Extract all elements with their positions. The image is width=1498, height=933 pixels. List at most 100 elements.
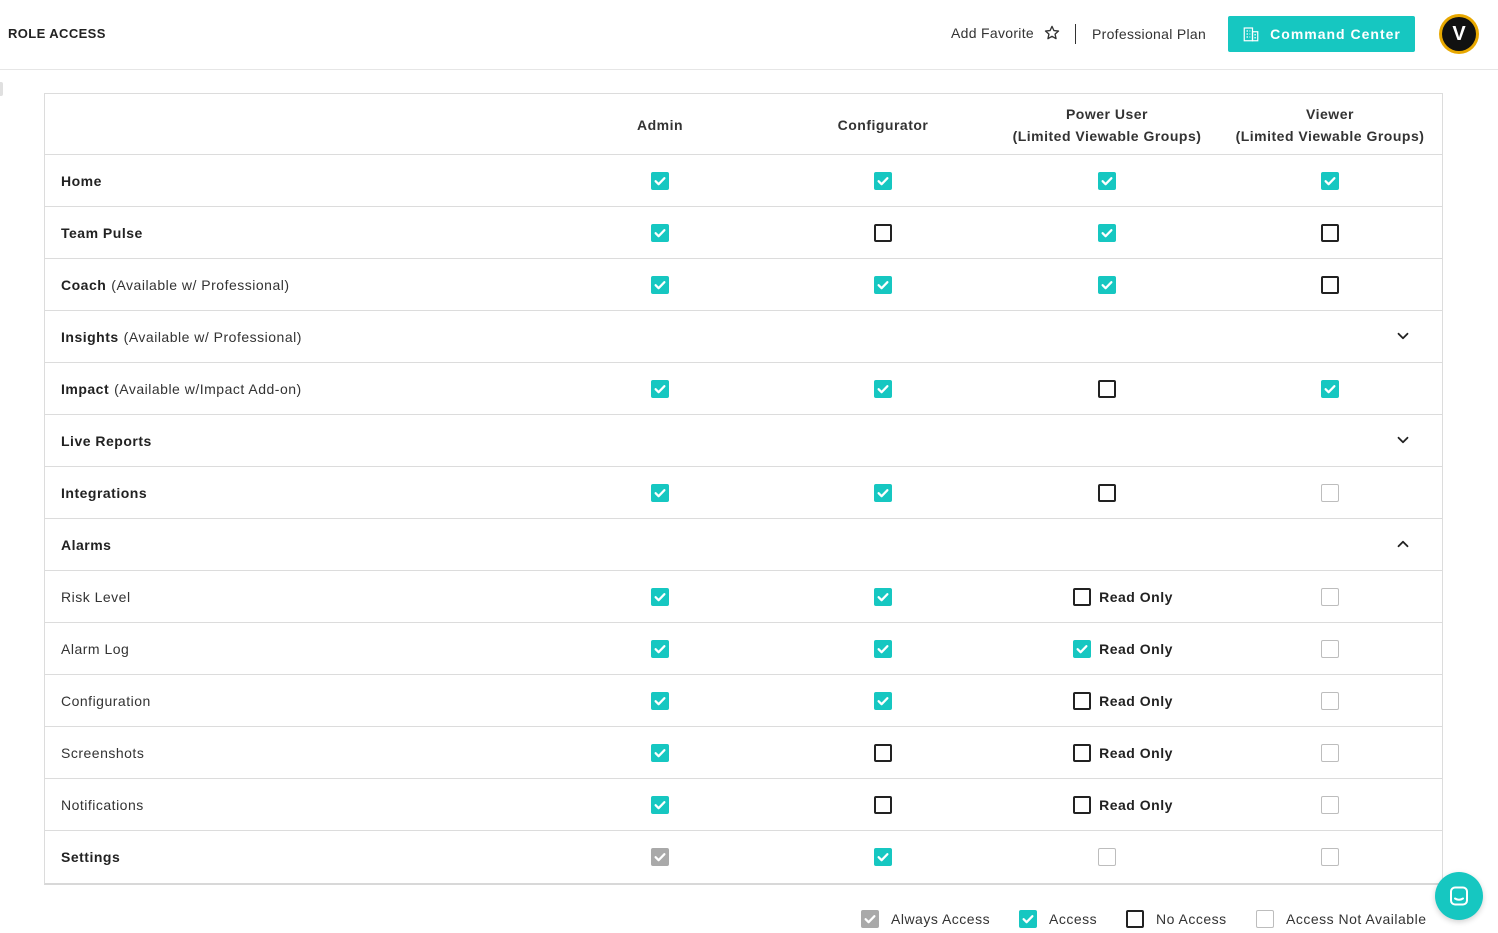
- row-label: Impact (Available w/Impact Add-on): [61, 363, 302, 414]
- read-only-option[interactable]: Read Only: [1073, 587, 1173, 606]
- checkbox-checked[interactable]: [874, 379, 892, 398]
- checkbox-checked[interactable]: [651, 483, 669, 502]
- checkbox-checked[interactable]: [874, 171, 892, 190]
- table-row: Integrations: [45, 467, 1442, 519]
- checkbox-checked[interactable]: [874, 691, 892, 710]
- checkbox-disabled: [1321, 587, 1339, 606]
- table-row: Alarm Log Read Only: [45, 623, 1442, 675]
- checkbox-disabled: [1321, 639, 1339, 658]
- checkbox-checked[interactable]: [651, 743, 669, 762]
- checkbox-checked[interactable]: [651, 795, 669, 814]
- chevron-up-icon[interactable]: [1394, 535, 1412, 553]
- permission-cell: [1218, 363, 1442, 414]
- legend-label: Always Access: [891, 911, 991, 927]
- table-header: Admin Configurator Power User (Limited Vie…: [45, 94, 1442, 155]
- checkbox-unchecked: [1126, 910, 1144, 928]
- table-row: Risk Level Read Only: [45, 571, 1442, 623]
- top-bar: ROLE ACCESS Add Favorite Professional Pl…: [0, 0, 1498, 70]
- permission-cell: [548, 155, 772, 206]
- row-label-text: Integrations: [61, 484, 148, 501]
- checkbox-checked[interactable]: [1098, 275, 1116, 294]
- checkbox-checked[interactable]: [1321, 379, 1339, 398]
- checkbox-checked[interactable]: [874, 587, 892, 606]
- checkbox-checked[interactable]: [651, 639, 669, 658]
- checkbox-unchecked[interactable]: [1098, 379, 1116, 398]
- checkbox-unchecked[interactable]: [1073, 691, 1092, 710]
- checkbox-checked[interactable]: [651, 379, 669, 398]
- checkbox-checked[interactable]: [874, 483, 892, 502]
- permission-cell: [995, 831, 1219, 882]
- row-label: Insights (Available w/ Professional): [61, 311, 302, 362]
- plan-label: Professional Plan: [1092, 26, 1207, 42]
- permission-cell: [548, 623, 772, 674]
- table-row: Settings: [45, 831, 1442, 883]
- checkbox-unchecked[interactable]: [874, 795, 892, 814]
- checkbox-unchecked[interactable]: [1073, 795, 1092, 814]
- chat-button[interactable]: [1435, 872, 1483, 920]
- chevron-down-icon[interactable]: [1394, 327, 1412, 345]
- checkbox-disabled: [1321, 847, 1339, 866]
- permission-cell: [548, 259, 772, 310]
- permission-cell: Read Only: [995, 675, 1219, 726]
- avatar[interactable]: V: [1439, 14, 1479, 54]
- read-only-option[interactable]: Read Only: [1073, 743, 1173, 762]
- checkbox-unchecked[interactable]: [1098, 483, 1116, 502]
- column-header: Admin: [636, 116, 684, 133]
- column-header: Configurator: [837, 116, 929, 133]
- checkbox-checked[interactable]: [1073, 639, 1092, 658]
- permission-cell: [548, 779, 772, 830]
- checkbox-checked[interactable]: [651, 691, 669, 710]
- checkbox-checked[interactable]: [874, 847, 892, 866]
- table-row[interactable]: Alarms: [45, 519, 1442, 571]
- checkbox-unchecked[interactable]: [1073, 743, 1092, 762]
- checkbox-checked: [1019, 910, 1037, 928]
- checkbox-checked[interactable]: [651, 171, 669, 190]
- row-label: Coach (Available w/ Professional): [61, 259, 290, 310]
- read-only-option[interactable]: Read Only: [1073, 795, 1173, 814]
- command-center-label: Command Center: [1270, 26, 1401, 42]
- checkbox-disabled: [1321, 691, 1339, 710]
- command-center-button[interactable]: Command Center: [1228, 16, 1415, 52]
- side-drawer-handle[interactable]: [0, 82, 3, 96]
- add-favorite-label: Add Favorite: [951, 25, 1034, 41]
- permission-cell: [1218, 779, 1442, 830]
- row-label: Configuration: [61, 675, 151, 726]
- table-row[interactable]: Live Reports: [45, 415, 1442, 467]
- checkbox-unchecked[interactable]: [1073, 587, 1092, 606]
- row-label: Settings: [61, 831, 120, 882]
- checkbox-checked[interactable]: [874, 275, 892, 294]
- read-only-option[interactable]: Read Only: [1073, 639, 1173, 658]
- permission-cell: Read Only: [995, 571, 1219, 622]
- chevron-down-icon[interactable]: [1394, 431, 1412, 449]
- permission-cell: [995, 363, 1219, 414]
- checkbox-disabled: [1256, 910, 1274, 928]
- row-label-text: Live Reports: [61, 432, 152, 449]
- read-only-option[interactable]: Read Only: [1073, 691, 1173, 710]
- permission-cell: [548, 207, 772, 258]
- row-label-text: Alarm Log: [61, 640, 130, 657]
- add-favorite-button[interactable]: Add Favorite: [951, 24, 1061, 42]
- checkbox-checked[interactable]: [874, 639, 892, 658]
- row-label: Alarm Log: [61, 623, 129, 674]
- checkbox-unchecked[interactable]: [874, 223, 892, 242]
- row-label-text: Impact: [61, 380, 110, 397]
- checkbox-checked[interactable]: [651, 587, 669, 606]
- checkbox-checked[interactable]: [651, 223, 669, 242]
- checkbox-unchecked[interactable]: [1321, 275, 1339, 294]
- row-label-text: Coach: [61, 276, 107, 293]
- checkbox-checked[interactable]: [1321, 171, 1339, 190]
- table-row: Notifications Read Only: [45, 779, 1442, 831]
- permission-cell: [548, 727, 772, 778]
- table-row[interactable]: Insights (Available w/ Professional): [45, 311, 1442, 363]
- checkbox-unchecked[interactable]: [1321, 223, 1339, 242]
- checkbox-checked[interactable]: [1098, 223, 1116, 242]
- permission-cell: [771, 571, 995, 622]
- checkbox-checked[interactable]: [651, 275, 669, 294]
- permission-cell: [995, 207, 1219, 258]
- row-label-text: Team Pulse: [61, 224, 143, 241]
- checkbox-unchecked[interactable]: [874, 743, 892, 762]
- permission-cell: [771, 779, 995, 830]
- table-row: Coach (Available w/ Professional): [45, 259, 1442, 311]
- row-label: Alarms: [61, 519, 111, 570]
- checkbox-checked[interactable]: [1098, 171, 1116, 190]
